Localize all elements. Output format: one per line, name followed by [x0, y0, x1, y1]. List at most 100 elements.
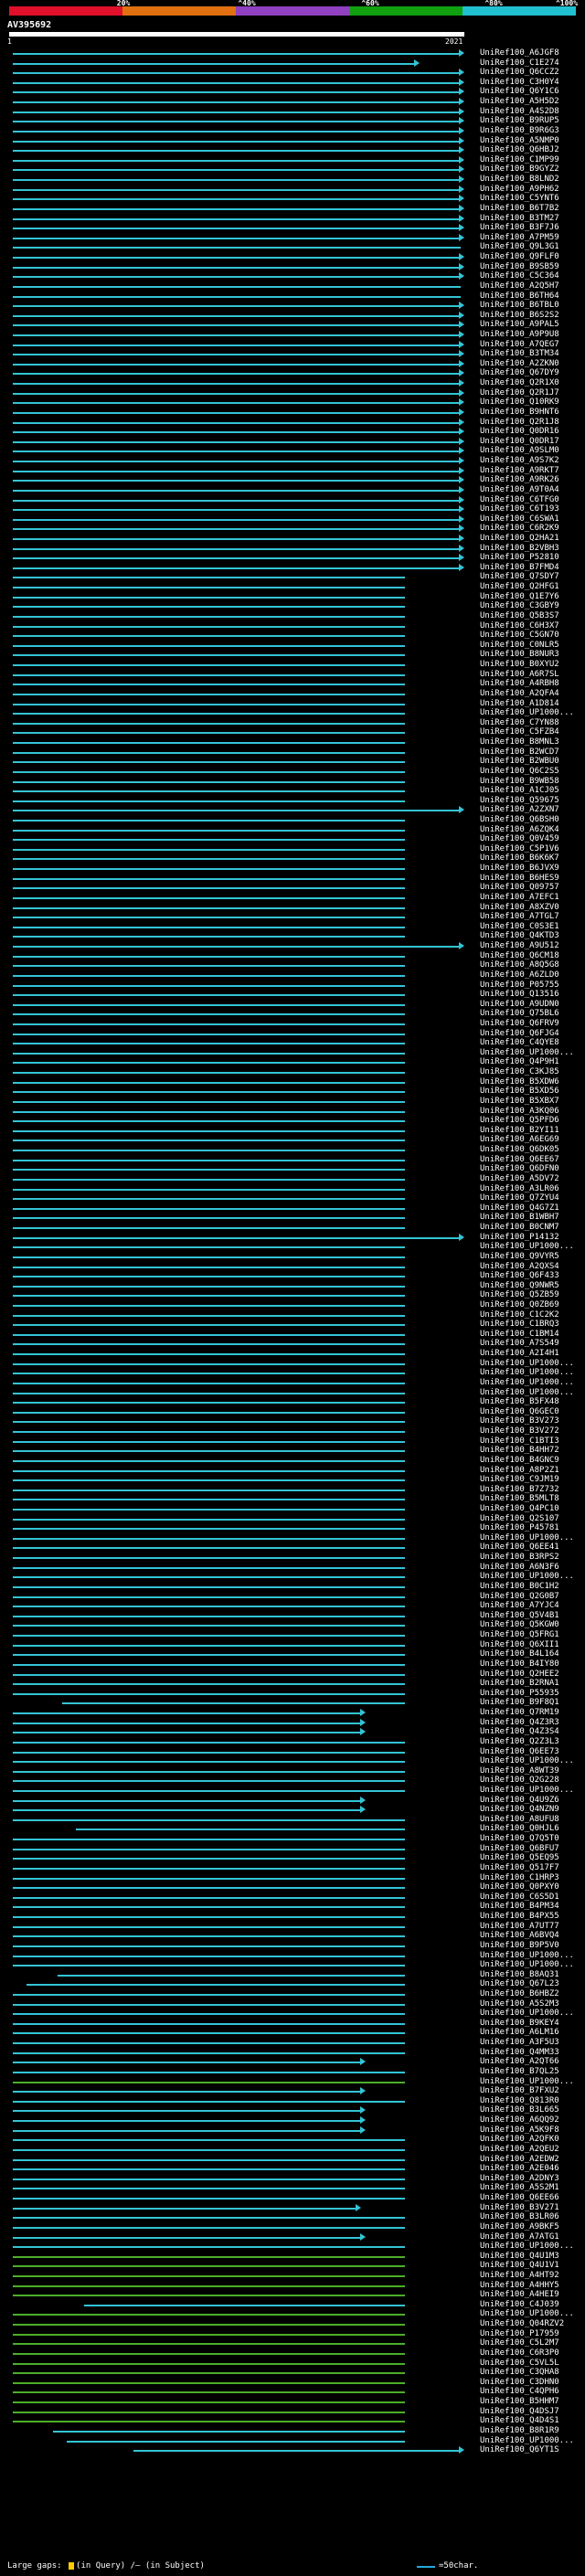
hit-row[interactable]: UniRef100_Q2HFG1	[0, 582, 585, 592]
hit-label[interactable]: UniRef100_A9PAL5	[480, 320, 559, 330]
hit-label[interactable]: UniRef100_Q2R1J7	[480, 388, 559, 398]
hit-row[interactable]: UniRef100_A7ATG1	[0, 2232, 585, 2242]
hit-row[interactable]: UniRef100_Q0DR16	[0, 427, 585, 437]
hit-row[interactable]: UniRef100_C6S5D1	[0, 1892, 585, 1903]
hit-row[interactable]: UniRef100_B9SB59	[0, 262, 585, 272]
hit-label[interactable]: UniRef100_A6LM16	[480, 2028, 559, 2038]
hit-label[interactable]: UniRef100_Q5EQ95	[480, 1853, 559, 1863]
hit-row[interactable]: UniRef100_B0CNM7	[0, 1223, 585, 1233]
hit-row[interactable]: UniRef100_B0XYU2	[0, 660, 585, 670]
hit-label[interactable]: UniRef100_A5S2M1	[480, 2183, 559, 2193]
hit-row[interactable]: UniRef100_A7QEG7	[0, 340, 585, 350]
hit-label[interactable]: UniRef100_B9SB59	[480, 262, 559, 272]
hit-label[interactable]: UniRef100_Q4MM33	[480, 2048, 559, 2058]
hit-row[interactable]: UniRef100_C6R2K9	[0, 524, 585, 534]
hit-row[interactable]: UniRef100_Q9VYR5	[0, 1252, 585, 1262]
hit-label[interactable]: UniRef100_C6R3P0	[480, 2348, 559, 2359]
hit-row[interactable]: UniRef100_B3TM34	[0, 349, 585, 359]
hit-label[interactable]: UniRef100_Q4G7Z1	[480, 1203, 559, 1214]
hit-row[interactable]: UniRef100_UP1000...	[0, 1242, 585, 1252]
hit-row[interactable]: UniRef100_Q09757	[0, 883, 585, 893]
hit-label[interactable]: UniRef100_UP1000...	[480, 1572, 574, 1582]
hit-row[interactable]: UniRef100_Q0V459	[0, 834, 585, 844]
hit-row[interactable]: UniRef100_A8WT39	[0, 1766, 585, 1776]
hit-row[interactable]: UniRef100_B2WBU0	[0, 757, 585, 767]
hit-row[interactable]: UniRef100_B3L665	[0, 2105, 585, 2115]
hit-row[interactable]: UniRef100_C5C364	[0, 271, 585, 281]
hit-label[interactable]: UniRef100_C0S3E1	[480, 922, 559, 932]
hit-row[interactable]: UniRef100_Q6F433	[0, 1271, 585, 1281]
hit-label[interactable]: UniRef100_C1BTI3	[480, 1436, 559, 1447]
hit-row[interactable]: UniRef100_Q5V4B1	[0, 1611, 585, 1621]
hit-row[interactable]: UniRef100_Q2HA21	[0, 534, 585, 544]
hit-row[interactable]: UniRef100_Q6C2S5	[0, 767, 585, 777]
hit-row[interactable]: UniRef100_UP1000...	[0, 1960, 585, 1970]
hit-label[interactable]: UniRef100_B4PX55	[480, 1912, 559, 1922]
hit-label[interactable]: UniRef100_B8R1R9	[480, 2426, 559, 2436]
hit-label[interactable]: UniRef100_C7YN88	[480, 718, 559, 728]
hit-row[interactable]: UniRef100_B6HBZ2	[0, 1989, 585, 1999]
hit-label[interactable]: UniRef100_Q6EE73	[480, 1747, 559, 1757]
hit-label[interactable]: UniRef100_Q67DY9	[480, 368, 559, 378]
hit-label[interactable]: UniRef100_B7QL25	[480, 2067, 559, 2077]
hit-label[interactable]: UniRef100_B8LND2	[480, 175, 559, 185]
hit-row[interactable]: UniRef100_C3KJ85	[0, 1067, 585, 1077]
hit-row[interactable]: UniRef100_Q4DSJ7	[0, 2407, 585, 2417]
hit-label[interactable]: UniRef100_A7UT77	[480, 1922, 559, 1932]
hit-row[interactable]: UniRef100_UP1000...	[0, 1048, 585, 1058]
hit-row[interactable]: UniRef100_A1D814	[0, 699, 585, 709]
hit-row[interactable]: UniRef100_UP1000...	[0, 2436, 585, 2446]
hit-label[interactable]: UniRef100_B0C1H2	[480, 1582, 559, 1592]
hit-label[interactable]: UniRef100_Q6YT1S	[480, 2445, 559, 2455]
hit-row[interactable]: UniRef100_C6TFG0	[0, 495, 585, 505]
hit-label[interactable]: UniRef100_A7YJC4	[480, 1601, 559, 1611]
hit-row[interactable]: UniRef100_C5FZB4	[0, 727, 585, 737]
hit-label[interactable]: UniRef100_UP1000...	[480, 1048, 574, 1058]
hit-label[interactable]: UniRef100_B9R6G3	[480, 126, 559, 136]
hit-row[interactable]: UniRef100_P55935	[0, 1689, 585, 1699]
hit-row[interactable]: UniRef100_B5XD56	[0, 1087, 585, 1097]
hit-label[interactable]: UniRef100_Q6F433	[480, 1271, 559, 1281]
hit-label[interactable]: UniRef100_B3V273	[480, 1416, 559, 1426]
hit-label[interactable]: UniRef100_Q6DFN0	[480, 1164, 559, 1174]
hit-label[interactable]: UniRef100_A6R7SL	[480, 670, 559, 680]
hit-label[interactable]: UniRef100_Q6GEC0	[480, 1407, 559, 1417]
hit-label[interactable]: UniRef100_Q6DK05	[480, 1145, 559, 1155]
hit-label[interactable]: UniRef100_A9RKT7	[480, 466, 559, 476]
hit-label[interactable]: UniRef100_B5XDW6	[480, 1077, 559, 1087]
hit-row[interactable]: UniRef100_Q5B3S7	[0, 611, 585, 621]
hit-row[interactable]: UniRef100_C5YNT6	[0, 194, 585, 204]
hit-label[interactable]: UniRef100_B3RPS2	[480, 1553, 559, 1563]
hit-label[interactable]: UniRef100_Q04RZV2	[480, 2319, 564, 2329]
hit-row[interactable]: UniRef100_C9JM19	[0, 1475, 585, 1485]
hit-row[interactable]: UniRef100_A2ZKN0	[0, 359, 585, 369]
hit-row[interactable]: UniRef100_B6TBL0	[0, 301, 585, 311]
hit-row[interactable]: UniRef100_UP1000...	[0, 2077, 585, 2087]
hit-row[interactable]: UniRef100_Q13516	[0, 990, 585, 1000]
hit-label[interactable]: UniRef100_B5HHM7	[480, 2397, 559, 2407]
hit-row[interactable]: UniRef100_A2DNY3	[0, 2174, 585, 2184]
hit-label[interactable]: UniRef100_C6S5D1	[480, 1892, 559, 1903]
hit-row[interactable]: UniRef100_A8P2Z1	[0, 1466, 585, 1476]
hit-label[interactable]: UniRef100_B6T7B2	[480, 204, 559, 214]
hit-label[interactable]: UniRef100_Q5KGW0	[480, 1620, 559, 1630]
hit-row[interactable]: UniRef100_Q7RM19	[0, 1708, 585, 1718]
hit-row[interactable]: UniRef100_B4PM34	[0, 1902, 585, 1912]
hit-row[interactable]: UniRef100_B2YI11	[0, 1126, 585, 1136]
hit-label[interactable]: UniRef100_B8NUR3	[480, 650, 559, 660]
hit-row[interactable]: UniRef100_A2QFK0	[0, 2135, 585, 2145]
hit-label[interactable]: UniRef100_B6HES9	[480, 874, 559, 884]
hit-label[interactable]: UniRef100_A6ZQK4	[480, 825, 559, 835]
hit-label[interactable]: UniRef100_B3LR06	[480, 2212, 559, 2222]
hit-label[interactable]: UniRef100_Q9NWR5	[480, 1281, 559, 1291]
hit-row[interactable]: UniRef100_B3LR06	[0, 2212, 585, 2222]
hit-label[interactable]: UniRef100_B5XBX7	[480, 1097, 559, 1107]
hit-row[interactable]: UniRef100_C3DHN0	[0, 2378, 585, 2388]
hit-row[interactable]: UniRef100_Q6FJG4	[0, 1029, 585, 1039]
hit-row[interactable]: UniRef100_A2ZXN7	[0, 805, 585, 815]
hit-row[interactable]: UniRef100_B9RUP5	[0, 116, 585, 126]
hit-row[interactable]: UniRef100_Q6CCZ2	[0, 68, 585, 78]
hit-label[interactable]: UniRef100_A2EDW2	[480, 2155, 559, 2165]
hit-label[interactable]: UniRef100_B3TM34	[480, 349, 559, 359]
hit-label[interactable]: UniRef100_B3TM27	[480, 214, 559, 224]
